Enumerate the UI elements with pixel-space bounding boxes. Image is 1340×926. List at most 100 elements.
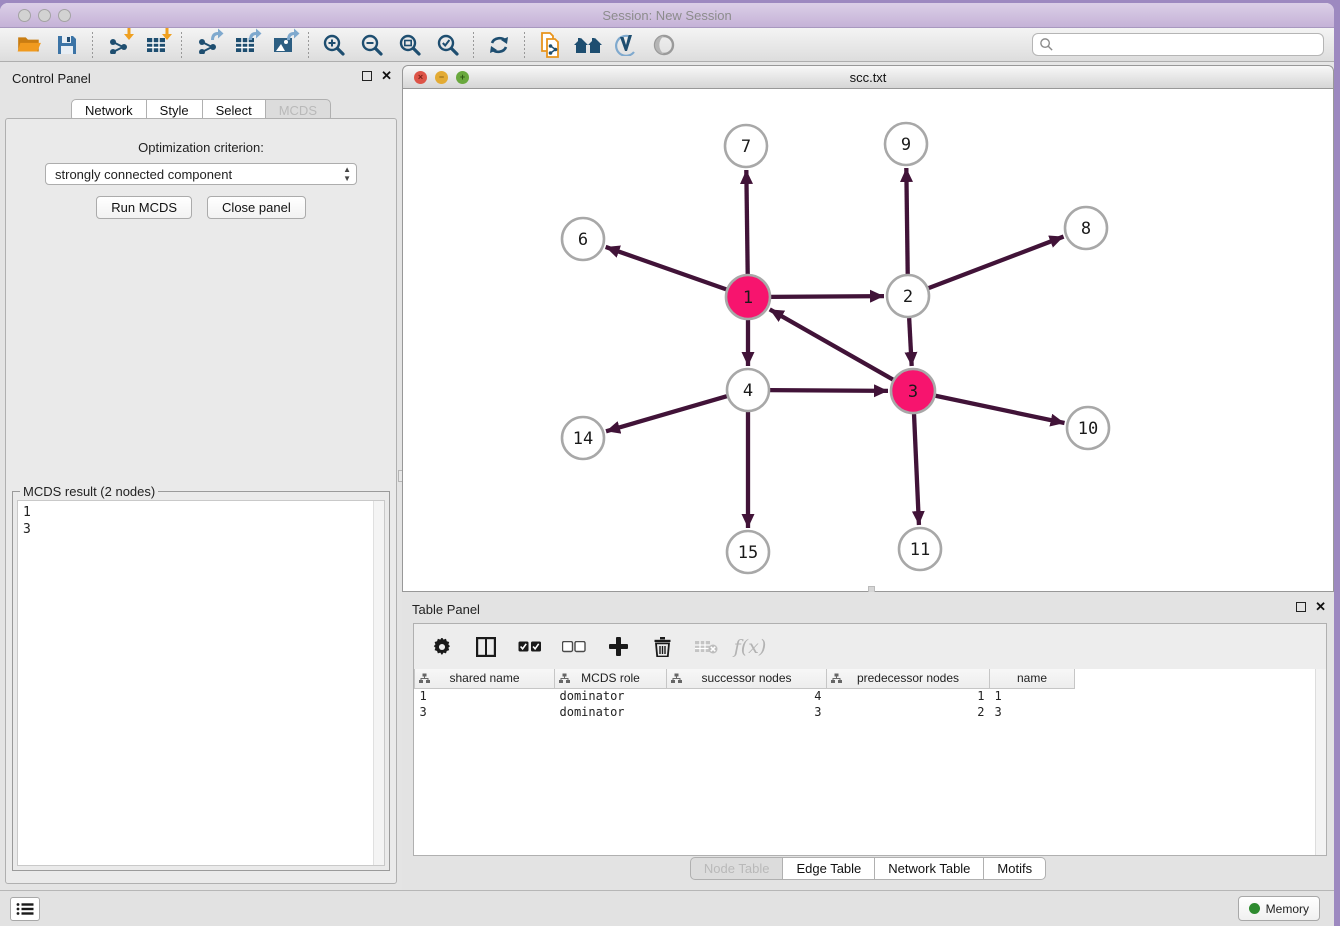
save-session-button[interactable]	[52, 31, 82, 59]
sort-icon	[559, 673, 570, 684]
network-window-titlebar[interactable]: × − + scc.txt	[402, 65, 1334, 89]
table-cell[interactable]: 3	[415, 704, 555, 720]
export-table-button[interactable]	[230, 31, 260, 59]
run-mcds-button[interactable]: Run MCDS	[96, 196, 192, 219]
search-icon	[1039, 37, 1054, 52]
export-network-button[interactable]	[192, 31, 222, 59]
float-panel-icon[interactable]	[1296, 602, 1306, 612]
column-header-name[interactable]: name	[990, 669, 1075, 688]
titlebar: Session: New Session	[0, 3, 1334, 28]
status-bar: Memory	[0, 890, 1334, 926]
table-cell[interactable]: 3	[667, 704, 827, 720]
task-history-button[interactable]	[10, 897, 40, 921]
edge-1-2[interactable]	[771, 296, 884, 297]
open-session-button[interactable]	[14, 31, 44, 59]
node-label-2: 2	[903, 287, 913, 307]
control-panel: Control Panel ✕ NetworkStyleSelectMCDS O…	[0, 62, 402, 890]
function-builder-button[interactable]: f(x)	[738, 635, 762, 659]
clone-network-button[interactable]	[535, 31, 565, 59]
table-toolbar: f(x)	[414, 624, 1326, 669]
table-cell[interactable]: 1	[415, 688, 555, 704]
column-header-successor-nodes[interactable]: successor nodes	[667, 669, 827, 688]
select-all-button[interactable]	[518, 635, 542, 659]
import-table-button[interactable]	[141, 31, 171, 59]
node-label-15: 15	[738, 543, 758, 563]
search-field[interactable]	[1032, 33, 1324, 56]
edge-4-3[interactable]	[770, 390, 888, 391]
column-header-predecessor-nodes[interactable]: predecessor nodes	[827, 669, 990, 688]
export-image-button[interactable]	[268, 31, 298, 59]
memory-button[interactable]: Memory	[1238, 896, 1320, 921]
add-column-button[interactable]	[606, 635, 630, 659]
refresh-button[interactable]	[484, 31, 514, 59]
tab-edge-table[interactable]: Edge Table	[782, 857, 875, 880]
delete-table-icon	[694, 639, 718, 655]
edge-1-6[interactable]	[606, 247, 727, 289]
table-cell[interactable]: 3	[990, 704, 1075, 720]
result-scrollbar[interactable]	[373, 501, 384, 865]
table-cell[interactable]: 4	[667, 688, 827, 704]
deselect-all-button[interactable]	[562, 635, 586, 659]
float-panel-icon[interactable]	[362, 71, 372, 81]
table-row[interactable]: 3dominator323	[415, 704, 1075, 720]
close-panel-icon[interactable]: ✕	[381, 71, 392, 81]
table-panel-body: f(x) shared nameMCDS rolesuccessor nodes…	[413, 623, 1327, 856]
column-header-MCDS-role[interactable]: MCDS role	[555, 669, 667, 688]
graphics-details-button[interactable]	[649, 31, 679, 59]
edge-2-9[interactable]	[906, 168, 907, 274]
table-settings-button[interactable]	[430, 635, 454, 659]
select-stepper-icon: ▲▼	[343, 165, 351, 183]
close-panel-icon[interactable]: ✕	[1315, 602, 1326, 612]
column-header-shared-name[interactable]: shared name	[415, 669, 555, 688]
tab-network-table[interactable]: Network Table	[874, 857, 984, 880]
tab-node-table[interactable]: Node Table	[690, 857, 784, 880]
import-network-button[interactable]	[103, 31, 133, 59]
edge-2-3[interactable]	[909, 318, 912, 366]
delete-table-button[interactable]	[694, 635, 718, 659]
network-graph[interactable]: 1234678910111415	[403, 89, 1331, 590]
network-canvas[interactable]: 1234678910111415	[402, 89, 1334, 592]
zoom-in-button[interactable]	[319, 31, 349, 59]
apply-style-icon	[614, 34, 638, 56]
table-scrollbar[interactable]	[1315, 669, 1326, 855]
edge-1-7[interactable]	[746, 170, 747, 274]
search-input[interactable]	[1054, 38, 1323, 52]
node-table[interactable]: shared nameMCDS rolesuccessor nodesprede…	[414, 669, 1315, 855]
mcds-panel: Optimization criterion: strongly connect…	[5, 118, 397, 884]
toolbar-separator	[181, 32, 182, 58]
zoom-out-icon	[360, 33, 384, 57]
show-column-button[interactable]	[474, 635, 498, 659]
apply-style-button[interactable]	[611, 31, 641, 59]
edge-2-8[interactable]	[929, 237, 1064, 289]
control-panel-header: Control Panel ✕	[0, 62, 402, 92]
homes-icon	[573, 35, 603, 55]
zoom-selected-button[interactable]	[433, 31, 463, 59]
network-view-window: × − + scc.txt 1234678910111415	[402, 62, 1334, 592]
table-cell[interactable]: 2	[827, 704, 990, 720]
zoom-out-button[interactable]	[357, 31, 387, 59]
table-cell[interactable]: 1	[990, 688, 1075, 704]
first-neighbors-button[interactable]	[573, 31, 603, 59]
trash-icon	[654, 637, 671, 657]
edge-4-14[interactable]	[606, 396, 727, 431]
table-cell[interactable]: dominator	[555, 688, 667, 704]
node-label-6: 6	[578, 230, 588, 250]
mcds-result-group: MCDS result (2 nodes) 1 3	[12, 491, 390, 871]
zoom-fit-button[interactable]	[395, 31, 425, 59]
node-label-8: 8	[1081, 219, 1091, 239]
table-row[interactable]: 1dominator411	[415, 688, 1075, 704]
edge-3-1[interactable]	[770, 309, 893, 379]
edge-3-11[interactable]	[914, 414, 919, 525]
mcds-result-area[interactable]: 1 3	[17, 500, 385, 866]
delete-column-button[interactable]	[650, 635, 674, 659]
node-label-1: 1	[743, 288, 753, 308]
criterion-select[interactable]: strongly connected component ▲▼	[45, 163, 357, 185]
optimization-criterion-label: Optimization criterion:	[6, 140, 396, 155]
table-cell[interactable]: 1	[827, 688, 990, 704]
table-cell[interactable]: dominator	[555, 704, 667, 720]
tab-motifs[interactable]: Motifs	[983, 857, 1046, 880]
zoom-fit-icon	[398, 33, 422, 57]
edge-3-10[interactable]	[936, 396, 1065, 423]
clone-network-icon	[538, 32, 562, 58]
close-panel-button[interactable]: Close panel	[207, 196, 306, 219]
